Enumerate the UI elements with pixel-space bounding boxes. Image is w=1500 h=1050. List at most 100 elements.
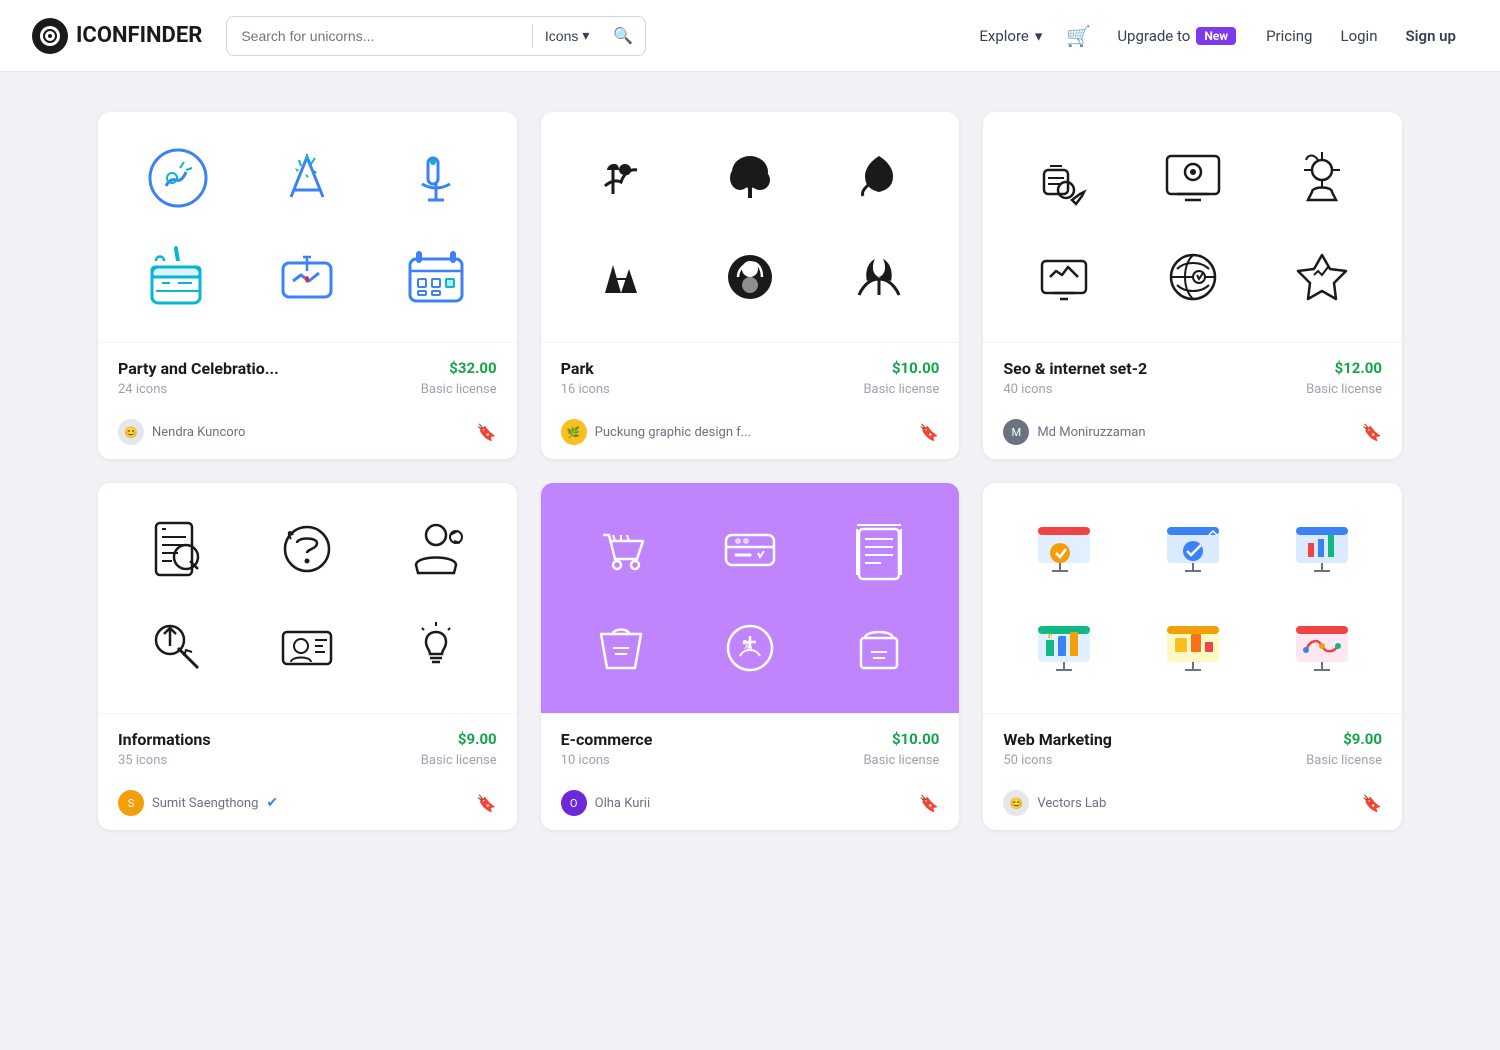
info-icon-5 [271, 612, 343, 684]
card-license: Basic license [1306, 753, 1382, 768]
bookmark-icon[interactable]: 🔖 [919, 794, 939, 813]
logo-icon [32, 18, 68, 54]
party-icon-1 [142, 142, 214, 214]
card-info-ecommerce: E-commerce $10.00 10 icons Basic license [541, 713, 960, 780]
card-author-seo: M Md Moniruzzaman 🔖 [983, 409, 1402, 459]
search-input[interactable] [227, 17, 532, 55]
wm-icon-5 [1157, 612, 1229, 684]
card-ecommerce[interactable]: % E-commerce $10.00 10 icons Basic licen… [541, 483, 960, 830]
card-count: 50 icons [1003, 753, 1052, 768]
info-icon-1 [142, 513, 214, 585]
card-webmarketing[interactable]: New [983, 483, 1402, 830]
search-type-dropdown[interactable]: Icons ▾ [533, 17, 602, 55]
card-info-park: Park $10.00 16 icons Basic license [541, 342, 960, 409]
ecom-icon-2 [714, 513, 786, 585]
seo-icon-4 [1028, 241, 1100, 313]
verified-icon: ✔ [266, 795, 278, 811]
card-info-party: Party and Celebratio... $32.00 24 icons … [98, 342, 517, 409]
park-icon-1 [585, 142, 657, 214]
bookmark-icon[interactable]: 🔖 [1362, 423, 1382, 442]
card-preview-party [98, 112, 517, 342]
card-price: $10.00 [892, 730, 939, 748]
seo-icon-5 [1157, 241, 1229, 313]
logo[interactable]: ICONFINDER [32, 18, 202, 54]
card-preview-informations [98, 483, 517, 713]
ecom-icon-5: % [714, 612, 786, 684]
icon-pack-grid: Party and Celebratio... $32.00 24 icons … [98, 112, 1402, 830]
card-count: 10 icons [561, 753, 610, 768]
card-preview-ecommerce: % [541, 483, 960, 713]
card-title: Seo & internet set-2 [1003, 359, 1147, 378]
login-link[interactable]: Login [1328, 19, 1389, 53]
info-icon-2 [271, 513, 343, 585]
author-name: Olha Kurii [595, 796, 650, 811]
ecom-icon-4 [585, 612, 657, 684]
park-icon-3 [843, 142, 915, 214]
search-bar: Icons ▾ 🔍 [226, 16, 646, 56]
card-price: $10.00 [892, 359, 939, 377]
card-author-ecommerce: O Olha Kurii 🔖 [541, 780, 960, 830]
card-count: 35 icons [118, 753, 167, 768]
park-icon-5 [714, 241, 786, 313]
seo-icon-6 [1286, 241, 1358, 313]
wm-icon-2 [1157, 513, 1229, 585]
ecom-icon-1 [585, 513, 657, 585]
card-title: Informations [118, 730, 211, 749]
card-park[interactable]: Park $10.00 16 icons Basic license 🌿 Puc… [541, 112, 960, 459]
bookmark-icon[interactable]: 🔖 [477, 794, 497, 813]
explore-link[interactable]: Explore ▾ [967, 19, 1054, 53]
info-icon-3 [400, 513, 472, 585]
author-avatar: 😊 [118, 419, 144, 445]
card-seo[interactable]: Seo & internet set-2 $12.00 40 icons Bas… [983, 112, 1402, 459]
wm-icon-1 [1028, 513, 1100, 585]
seo-icon-2 [1157, 142, 1229, 214]
bookmark-icon[interactable]: 🔖 [919, 423, 939, 442]
info-icon-4 [142, 612, 214, 684]
party-icon-6 [400, 241, 472, 313]
card-preview-seo [983, 112, 1402, 342]
card-license: Basic license [421, 753, 497, 768]
card-author-park: 🌿 Puckung graphic design f... 🔖 [541, 409, 960, 459]
seo-icon-1 [1028, 142, 1100, 214]
upgrade-link[interactable]: Upgrade to New [1103, 19, 1250, 53]
svg-text:%: % [742, 638, 752, 654]
search-button[interactable]: 🔍 [601, 26, 645, 46]
chevron-down-icon: ▾ [1035, 27, 1043, 45]
card-title: Web Marketing [1003, 730, 1112, 749]
search-icon: 🔍 [613, 26, 633, 46]
card-title: Park [561, 359, 594, 378]
card-author-party: 😊 Nendra Kuncoro 🔖 [98, 409, 517, 459]
bookmark-icon[interactable]: 🔖 [1362, 794, 1382, 813]
nav: Explore ▾ 🛒 Upgrade to New Pricing Login… [967, 16, 1468, 56]
main-content: Party and Celebratio... $32.00 24 icons … [50, 72, 1450, 870]
card-info-webmarketing: Web Marketing $9.00 50 icons Basic licen… [983, 713, 1402, 780]
card-info-seo: Seo & internet set-2 $12.00 40 icons Bas… [983, 342, 1402, 409]
card-license: Basic license [863, 753, 939, 768]
card-license: Basic license [421, 382, 497, 397]
pricing-link[interactable]: Pricing [1254, 19, 1324, 53]
signup-link[interactable]: Sign up [1393, 19, 1468, 53]
card-author-webmarketing: 😊 Vectors Lab 🔖 [983, 780, 1402, 830]
bookmark-icon[interactable]: 🔖 [477, 423, 497, 442]
card-count: 40 icons [1003, 382, 1052, 397]
card-author-informations: S Sumit Saengthong ✔ 🔖 [98, 780, 517, 830]
new-badge: New [1196, 27, 1236, 45]
ecom-icon-3 [843, 513, 915, 585]
card-count: 16 icons [561, 382, 610, 397]
card-license: Basic license [863, 382, 939, 397]
party-icon-5 [271, 241, 343, 313]
wm-icon-4: New [1028, 612, 1100, 684]
card-preview-webmarketing: New [983, 483, 1402, 713]
cart-button[interactable]: 🛒 [1058, 16, 1099, 56]
author-avatar: M [1003, 419, 1029, 445]
seo-icon-3 [1286, 142, 1358, 214]
author-avatar: O [561, 790, 587, 816]
author-name: Puckung graphic design f... [595, 425, 751, 440]
author-avatar: 😊 [1003, 790, 1029, 816]
card-party[interactable]: Party and Celebratio... $32.00 24 icons … [98, 112, 517, 459]
card-informations[interactable]: Informations $9.00 35 icons Basic licens… [98, 483, 517, 830]
card-count: 24 icons [118, 382, 167, 397]
info-icon-6 [400, 612, 472, 684]
park-icon-2 [714, 142, 786, 214]
author-name: Vectors Lab [1037, 796, 1106, 811]
